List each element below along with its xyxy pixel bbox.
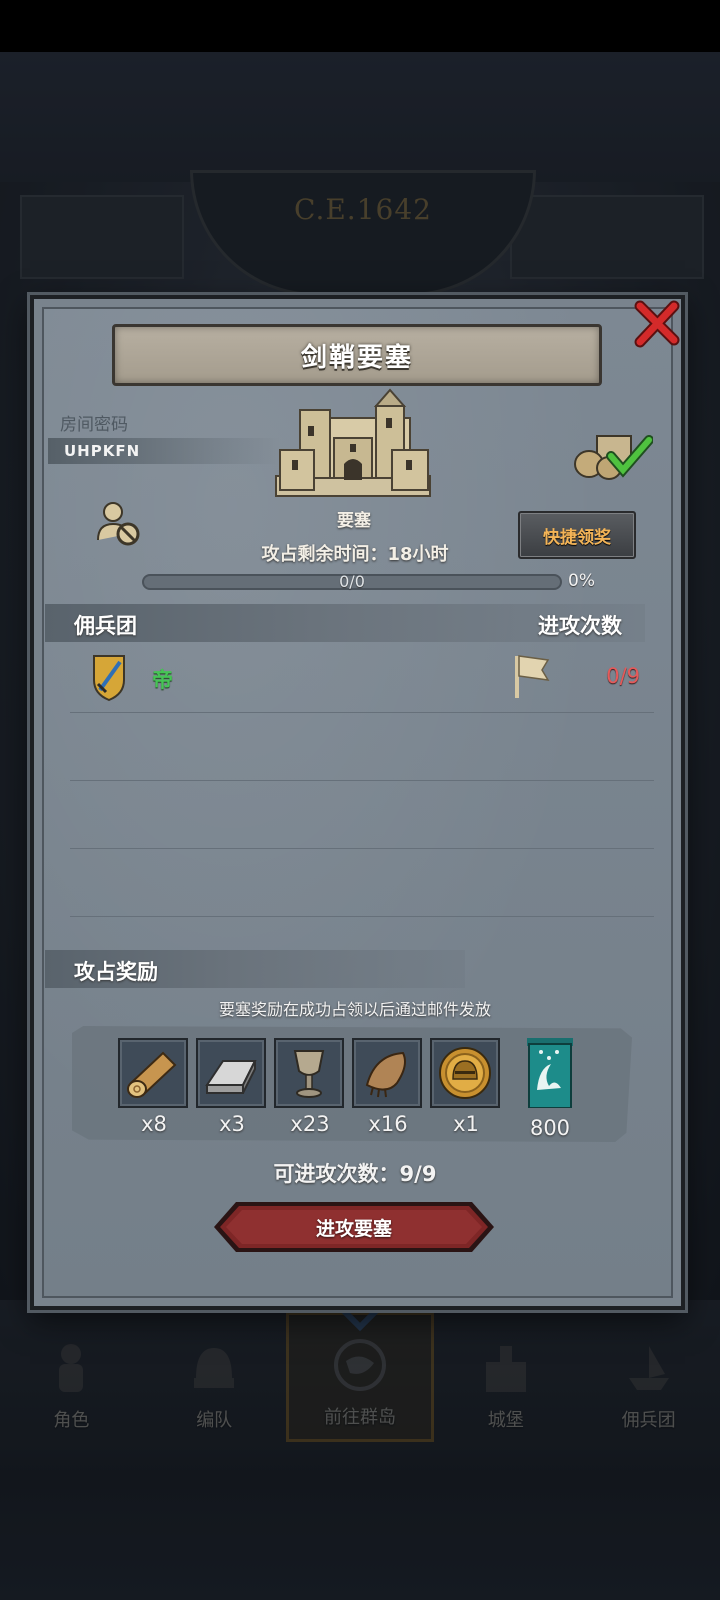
room-code[interactable]: UHPKFN: [64, 442, 140, 460]
row-divider: [70, 848, 654, 849]
reward-qty: x8: [141, 1112, 167, 1136]
row-divider: [70, 780, 654, 781]
progress-percent: 0%: [568, 571, 595, 591]
mercenary-header: 佣兵团: [74, 614, 137, 638]
reward-item[interactable]: x16: [352, 1038, 424, 1136]
attack-fortress-button[interactable]: [212, 1200, 496, 1254]
reward-bags-check-icon[interactable]: [573, 432, 653, 480]
iron-ingot-icon: [205, 1060, 257, 1094]
member-attack-count: 0/9: [606, 664, 640, 688]
time-remaining: 攻占剩余时间：18小时: [261, 544, 449, 565]
goblet-icon: [293, 1050, 325, 1098]
reward-qty: 800: [529, 1116, 571, 1140]
reward-item[interactable]: x23: [274, 1038, 346, 1136]
close-icon[interactable]: [630, 298, 682, 350]
fortress-castle-icon: [275, 388, 431, 497]
progress-text: 0/0: [339, 572, 365, 591]
row-divider: [70, 712, 654, 713]
flag-icon: [515, 655, 550, 698]
reward-item[interactable]: x8: [118, 1038, 190, 1136]
reward-item[interactable]: x1: [430, 1038, 502, 1136]
reward-icon-frame: [274, 1038, 344, 1108]
reward-icon-frame: [196, 1038, 266, 1108]
reward-icon-frame: [352, 1038, 422, 1108]
reward-qty: x3: [219, 1112, 245, 1136]
wood-log-icon: [127, 1051, 177, 1098]
reward-qty: x23: [290, 1112, 330, 1136]
rewards-note: 要塞奖励在成功占领以后通过邮件发放: [218, 1000, 491, 1019]
quick-claim-button[interactable]: 快捷领奖: [518, 511, 636, 559]
member-name[interactable]: 帝: [152, 664, 173, 694]
quick-claim-label: 快捷领奖: [543, 527, 611, 548]
reward-icon-frame: [430, 1038, 500, 1108]
dialog-title: 剑鞘要塞: [300, 342, 413, 373]
reward-item[interactable]: 800: [522, 1038, 578, 1140]
shield-sword-icon: [93, 655, 125, 702]
title-plate: 剑鞘要塞: [112, 324, 602, 386]
room-code-label: 房间密码: [60, 415, 128, 435]
row-divider: [70, 916, 654, 917]
reward-item[interactable]: x3: [196, 1038, 268, 1136]
capture-progress-bar: 0/0: [142, 572, 562, 591]
attacks-header: 进攻次数: [538, 614, 622, 638]
reward-qty: x16: [368, 1112, 408, 1136]
rewards-header: 攻占奖励: [74, 960, 158, 984]
reward-icon-frame: [118, 1038, 188, 1108]
no-user-icon[interactable]: [96, 500, 140, 546]
attacks-remaining: 可进攻次数：9/9: [273, 1162, 437, 1186]
fur-pelt-icon: [365, 1051, 406, 1098]
reward-qty: x1: [453, 1112, 479, 1136]
gold-helmet-coin-icon: [439, 1047, 491, 1099]
fortress-label: 要塞: [337, 511, 371, 531]
guild-banner-icon: [527, 1038, 573, 1109]
status-bar: [0, 0, 720, 52]
